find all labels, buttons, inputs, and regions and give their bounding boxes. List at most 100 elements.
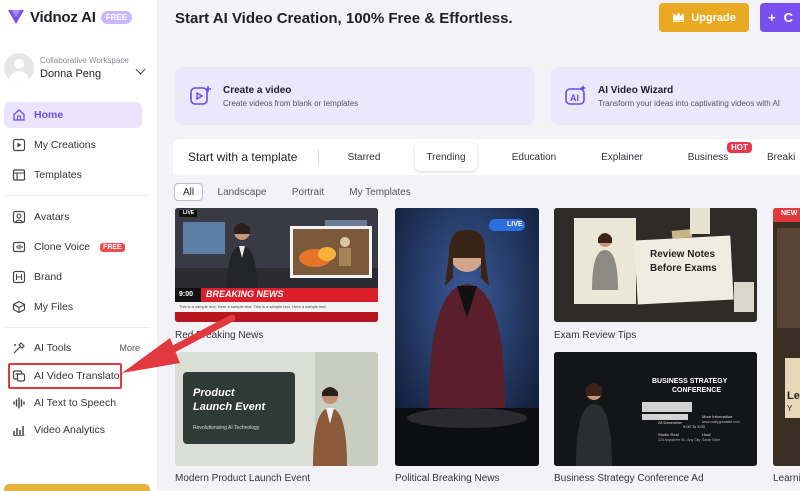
sidebar-item-clone-voice[interactable]: Clone Voice FREE bbox=[4, 234, 142, 260]
conference-address: 123 Anywhere St., Any City bbox=[658, 438, 701, 442]
tools-icon bbox=[12, 341, 26, 355]
template-divider bbox=[318, 149, 319, 165]
sidebar-item-video-analytics[interactable]: Video Analytics bbox=[4, 417, 142, 443]
breaking-news-overlay: BREAKING NEWS bbox=[206, 289, 284, 299]
page-title: Start AI Video Creation, 100% Free & Eff… bbox=[175, 10, 513, 27]
voice-icon bbox=[12, 240, 26, 254]
template-section-title: Start with a template bbox=[188, 150, 298, 164]
sidebar-upgrade-bar[interactable] bbox=[4, 484, 150, 491]
video-thumbnail-exam-review[interactable]: Review Notes Before Exams bbox=[554, 208, 757, 322]
play-square-icon bbox=[12, 138, 26, 152]
folder-icon bbox=[12, 300, 26, 314]
video-caption[interactable]: Political Breaking News bbox=[395, 473, 500, 484]
sidebar-item-label: My Files bbox=[34, 301, 74, 313]
conference-website: www.reallygreatsite.com bbox=[702, 420, 740, 424]
tab-starred[interactable]: Starred bbox=[335, 143, 393, 171]
video-thumbnail-learning[interactable]: NEW Le Y bbox=[773, 208, 800, 466]
workspace-label: Collaborative Workspace bbox=[40, 56, 129, 65]
product-subtitle: Revolutionizing AI Technology bbox=[193, 425, 260, 431]
create-button[interactable]: + C bbox=[760, 3, 800, 32]
plus-icon: + bbox=[768, 10, 776, 25]
sidebar-item-templates[interactable]: Templates bbox=[4, 162, 142, 188]
learning-illustration bbox=[773, 208, 800, 466]
product-title-line1: Product bbox=[193, 387, 235, 399]
sidebar-item-ai-tools[interactable]: AI Tools More bbox=[4, 335, 142, 361]
sidebar-item-label: Home bbox=[34, 109, 64, 121]
ai-wizard-title: AI Video Wizard bbox=[598, 84, 674, 96]
create-label: C bbox=[783, 10, 793, 25]
video-caption[interactable]: Exam Review Tips bbox=[554, 330, 636, 341]
news-time: 9:00 bbox=[179, 291, 194, 298]
conference-host: Sarah Kline bbox=[702, 438, 721, 442]
sidebar-item-home[interactable]: Home bbox=[4, 102, 142, 128]
ai-tools-more-link[interactable]: More bbox=[119, 343, 140, 353]
sidebar-item-label: Templates bbox=[34, 169, 82, 181]
tab-explainer[interactable]: Explainer bbox=[591, 143, 653, 171]
sidebar-item-label: Clone Voice bbox=[34, 241, 91, 253]
product-title-line2: Launch Event bbox=[193, 401, 266, 413]
video-caption[interactable]: Business Strategy Conference Ad bbox=[554, 473, 704, 484]
live-label: LIVE bbox=[183, 210, 195, 216]
hot-badge: HOT bbox=[727, 142, 752, 153]
chart-icon bbox=[12, 423, 26, 437]
ai-wizard-icon: AI bbox=[564, 84, 588, 108]
sidebar-item-ai-text-to-speech[interactable]: AI Text to Speech bbox=[4, 390, 142, 416]
sidebar-divider bbox=[4, 195, 150, 196]
business-conference-illustration bbox=[554, 352, 757, 466]
brand-logo[interactable]: Vidnoz AI FREE bbox=[6, 6, 133, 28]
conference-venue: Studio Real bbox=[658, 432, 679, 437]
create-video-subtitle: Create videos from blank or templates bbox=[223, 98, 359, 108]
subtab-all[interactable]: All bbox=[174, 183, 203, 201]
conference-day: Sunday bbox=[658, 414, 672, 419]
conference-more-info: More Information: bbox=[702, 414, 734, 419]
ai-video-wizard-card[interactable]: AI AI Video Wizard Transform your ideas … bbox=[550, 67, 800, 125]
upgrade-label: Upgrade bbox=[691, 11, 736, 24]
translator-highlight-box bbox=[8, 363, 122, 389]
sidebar-item-avatars[interactable]: Avatars bbox=[4, 204, 142, 230]
tab-education[interactable]: Education bbox=[503, 143, 565, 171]
upgrade-button[interactable]: Upgrade bbox=[659, 3, 749, 32]
tab-breaking[interactable]: Breaki bbox=[767, 143, 800, 171]
avatar bbox=[4, 53, 34, 83]
sidebar-divider bbox=[4, 327, 150, 328]
conference-date: 28 December bbox=[658, 420, 683, 425]
video-thumbnail-business-strategy[interactable]: BUSINESS STRATEGY CONFERENCE Sunday 28 D… bbox=[554, 352, 757, 466]
sidebar-item-my-files[interactable]: My Files bbox=[4, 294, 142, 320]
conference-time: 9:00 To 3:00 bbox=[683, 424, 705, 429]
sidebar-item-my-creations[interactable]: My Creations bbox=[4, 132, 142, 158]
waveform-icon bbox=[12, 396, 26, 410]
video-caption[interactable]: Learni bbox=[773, 473, 800, 484]
user-icon bbox=[12, 210, 26, 224]
political-anchor-illustration bbox=[395, 208, 539, 466]
exam-note-line1: Review Notes bbox=[650, 249, 716, 260]
video-caption[interactable]: Red Breaking News bbox=[175, 330, 263, 341]
conference-host-label: Host: bbox=[702, 432, 712, 437]
video-thumbnail-political-news[interactable]: LIVE bbox=[395, 208, 539, 466]
exam-note-line2: Before Exams bbox=[650, 263, 717, 274]
free-badge: FREE bbox=[100, 242, 125, 252]
tab-trending[interactable]: Trending bbox=[415, 143, 477, 171]
video-caption[interactable]: Modern Product Launch Event bbox=[175, 473, 310, 484]
sidebar-item-label: Brand bbox=[34, 271, 63, 283]
live-label: LIVE bbox=[507, 221, 523, 228]
subtab-landscape[interactable]: Landscape bbox=[213, 183, 271, 201]
workspace-switcher[interactable]: Collaborative Workspace Donna Peng bbox=[4, 48, 154, 88]
sidebar-item-label: Avatars bbox=[34, 211, 70, 223]
sidebar-item-brand[interactable]: Brand bbox=[4, 264, 142, 290]
create-video-card[interactable]: Create a video Create videos from blank … bbox=[175, 67, 535, 125]
sidebar-item-label: Video Analytics bbox=[34, 424, 106, 436]
subtab-portrait[interactable]: Portrait bbox=[284, 183, 332, 201]
video-thumbnail-red-breaking-news[interactable]: LIVE 9:00 BREAKING NEWS This is a sample… bbox=[175, 208, 378, 322]
crown-icon bbox=[672, 11, 685, 25]
video-plus-icon bbox=[189, 84, 213, 108]
news-ticker: This is a sample text. Here a sample tex… bbox=[179, 304, 327, 309]
learning-overlay-line1: Le bbox=[787, 390, 800, 402]
sidebar-item-label: My Creations bbox=[34, 139, 96, 151]
sidebar-item-label: AI Tools bbox=[34, 342, 72, 354]
conference-title-line1: BUSINESS STRATEGY bbox=[652, 378, 728, 385]
sidebar-item-label: AI Text to Speech bbox=[34, 397, 117, 409]
subtab-my-templates[interactable]: My Templates bbox=[344, 183, 416, 201]
video-thumbnail-product-launch[interactable]: Product Launch Event Revolutionizing AI … bbox=[175, 352, 378, 466]
conference-title-line2: CONFERENCE bbox=[672, 387, 722, 394]
new-badge: NEW bbox=[781, 210, 798, 217]
